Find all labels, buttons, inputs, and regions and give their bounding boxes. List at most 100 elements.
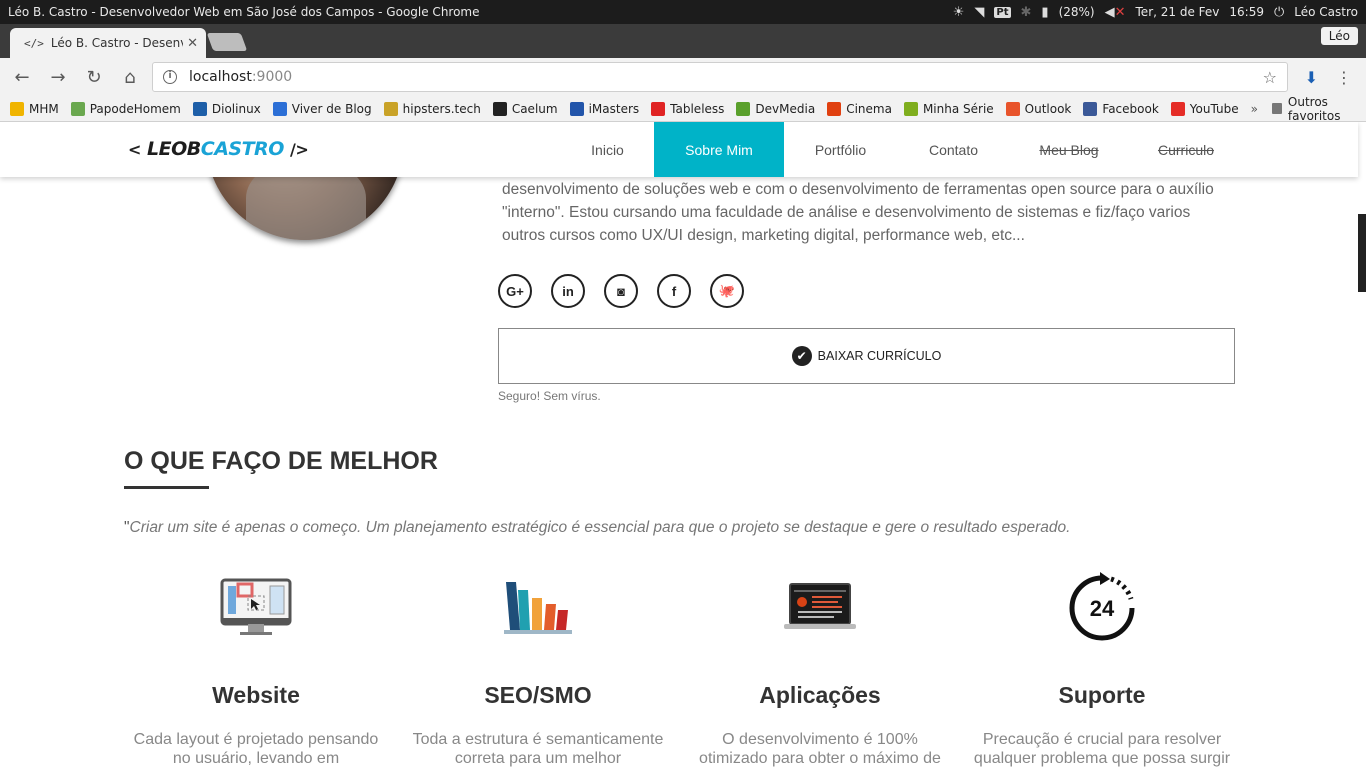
download-cv-button[interactable]: ✔ BAIXAR CURRÍCULO xyxy=(498,328,1235,384)
bookmark-favicon-icon xyxy=(272,101,287,116)
bookmark-favicon-icon xyxy=(903,101,918,116)
forward-arrow-icon[interactable]: → xyxy=(40,67,76,88)
bookmark-item[interactable]: hipsters.tech xyxy=(383,101,481,116)
instagram-icon[interactable]: ◙ xyxy=(604,274,638,308)
wifi-icon[interactable]: ◥ xyxy=(974,5,984,20)
section-title-underline xyxy=(124,486,209,489)
address-bar[interactable]: i localhost:9000 ☆ xyxy=(152,62,1288,92)
chrome-menu-icon[interactable]: ⋮ xyxy=(1336,68,1352,87)
section-quote: "Criar um site é apenas o começo. Um pla… xyxy=(124,519,1071,536)
service-title: SEO/SMO xyxy=(484,682,592,708)
service-card-website: Website Cada layout é projetado pensando… xyxy=(122,572,390,768)
nav-link-sobre-mim[interactable]: Sobre Mim xyxy=(654,122,784,177)
site-info-icon[interactable]: i xyxy=(163,70,177,84)
profile-button[interactable]: Léo xyxy=(1320,27,1358,45)
linkedin-icon[interactable]: in xyxy=(551,274,585,308)
reload-icon[interactable]: ↻ xyxy=(76,67,112,88)
code-favicon-icon: </> xyxy=(24,36,44,50)
url-host: localhost xyxy=(189,69,252,85)
check-circle-icon: ✔ xyxy=(791,346,812,366)
bookmark-item[interactable]: Diolinux xyxy=(192,101,261,116)
session-user[interactable]: Léo Castro xyxy=(1294,5,1358,19)
nav-link-contato[interactable]: Contato xyxy=(897,122,1010,177)
home-icon[interactable]: ⌂ xyxy=(112,67,148,88)
page-scrollbar-thumb[interactable] xyxy=(1358,214,1366,292)
service-text: Precaução é crucial para resolver qualqu… xyxy=(973,731,1231,767)
window-title: Léo B. Castro - Desenvolvedor Web em São… xyxy=(8,5,480,19)
bookmark-favicon-icon xyxy=(827,101,842,116)
bookmark-favicon-icon xyxy=(1170,101,1185,116)
bookmark-item[interactable]: Tableless xyxy=(651,101,724,116)
toolbar-extensions: ⬇ ⋮ xyxy=(1305,58,1366,96)
service-title: Suporte xyxy=(1058,682,1146,708)
bookmarks-bar: MHM PapodeHomem Diolinux Viver de Blog hipst… xyxy=(0,95,1366,123)
bookmark-star-icon[interactable]: ☆ xyxy=(1263,68,1277,87)
bookmark-item[interactable]: DevMedia xyxy=(736,101,815,116)
site-menu: Inicio Sobre Mim Portfólio Contato Meu Blog C… xyxy=(561,122,1244,177)
volume-muted-icon[interactable]: ◀✕ xyxy=(1105,5,1126,20)
brightness-icon[interactable]: ☀ xyxy=(953,5,965,20)
clock-24h-icon: 24 xyxy=(968,572,1236,644)
laptop-code-icon xyxy=(686,572,954,644)
bookmark-favicon-icon xyxy=(651,101,666,116)
bookmark-item[interactable]: iMasters xyxy=(569,101,639,116)
keyboard-layout-indicator[interactable]: Pt xyxy=(994,6,1011,18)
website-monitor-icon xyxy=(122,572,390,644)
tab-title: Léo B. Castro - Desenvolvedor xyxy=(50,36,184,50)
bluetooth-icon[interactable]: ✱ xyxy=(1021,5,1032,20)
service-title: Website xyxy=(212,682,300,708)
social-links: G+ in ◙ f 🐙 xyxy=(498,274,744,308)
bookmark-item[interactable]: Minha Série xyxy=(903,101,994,116)
github-icon[interactable]: 🐙 xyxy=(710,274,744,308)
folder-icon xyxy=(1271,103,1282,114)
bookmark-favicon-icon xyxy=(192,101,207,116)
battery-icon[interactable]: ▮ xyxy=(1041,5,1048,20)
nav-link-meu-blog[interactable]: Meu Blog xyxy=(1010,122,1128,177)
url-port: :9000 xyxy=(251,69,293,85)
other-bookmarks-folder[interactable]: Outros favoritos xyxy=(1271,95,1352,123)
clock-24-label: 24 xyxy=(1090,596,1115,621)
nav-link-curriculo[interactable]: Curriculo xyxy=(1128,122,1244,177)
service-card-support: 24 Suporte Precaução é crucial para reso… xyxy=(968,572,1236,768)
google-plus-icon[interactable]: G+ xyxy=(498,274,532,308)
facebook-icon[interactable]: f xyxy=(657,274,691,308)
bookmark-favicon-icon xyxy=(1083,101,1098,116)
service-card-seo: SEO/SMO Toda a estrutura é semanticament… xyxy=(404,572,672,768)
about-bio-text: desenvolvimento de soluções web e com o … xyxy=(502,181,1214,244)
site-logo[interactable]: < LEOBCASTRO /> xyxy=(128,138,309,160)
bookmark-item[interactable]: PapodeHomem xyxy=(70,101,181,116)
system-tray: ☀ ◥ Pt ✱ ▮ (28%) ◀✕ Ter, 21 de Fev 16:59… xyxy=(953,5,1366,20)
download-cv-label: BAIXAR CURRÍCULO xyxy=(817,349,942,363)
bookmark-item[interactable]: Facebook xyxy=(1083,101,1159,116)
clock-date[interactable]: Ter, 21 de Fev xyxy=(1136,5,1220,19)
bookmark-item[interactable]: MHM xyxy=(10,101,59,116)
service-title: Aplicações xyxy=(759,682,881,708)
cv-safe-note: Seguro! Sem vírus. xyxy=(498,389,601,403)
clock-time[interactable]: 16:59 xyxy=(1229,5,1264,19)
extension-icon[interactable]: ⬇ xyxy=(1305,68,1318,87)
nav-link-inicio[interactable]: Inicio xyxy=(561,122,654,177)
bookmark-favicon-icon xyxy=(383,101,398,116)
bookmark-favicon-icon xyxy=(70,101,85,116)
bookmark-favicon-icon xyxy=(10,101,24,116)
bookmark-favicon-icon xyxy=(492,101,507,116)
bookmark-item[interactable]: YouTube xyxy=(1170,101,1239,116)
bar-chart-icon xyxy=(404,572,672,644)
bookmark-item[interactable]: Cinema xyxy=(827,101,892,116)
new-tab-button[interactable] xyxy=(206,33,248,51)
browser-tab-active[interactable]: </> Léo B. Castro - Desenvolvedor ✕ xyxy=(10,28,206,58)
nav-link-portf-lio[interactable]: Portfólio xyxy=(784,122,897,177)
bookmarks-overflow-button[interactable]: » xyxy=(1251,102,1258,116)
power-icon[interactable]: ⏻ xyxy=(1274,5,1284,20)
bookmark-item[interactable]: Viver de Blog xyxy=(272,101,372,116)
service-card-apps: Aplicações O desenvolvimento é 100% otim… xyxy=(686,572,954,768)
bookmark-favicon-icon xyxy=(736,101,751,116)
bookmark-item[interactable]: Caelum xyxy=(492,101,558,116)
battery-percent: (28%) xyxy=(1058,5,1095,19)
site-navbar: < LEOBCASTRO /> Inicio Sobre Mim Portfólio… xyxy=(0,122,1358,177)
tab-close-icon[interactable]: ✕ xyxy=(187,36,198,51)
back-arrow-icon[interactable]: ← xyxy=(4,67,40,88)
browser-toolbar: ← → ↻ ⌂ i localhost:9000 ☆ ⬇ ⋮ xyxy=(0,58,1366,96)
tab-strip: </> Léo B. Castro - Desenvolvedor ✕ Léo xyxy=(0,24,1366,58)
bookmark-item[interactable]: Outlook xyxy=(1005,101,1071,116)
